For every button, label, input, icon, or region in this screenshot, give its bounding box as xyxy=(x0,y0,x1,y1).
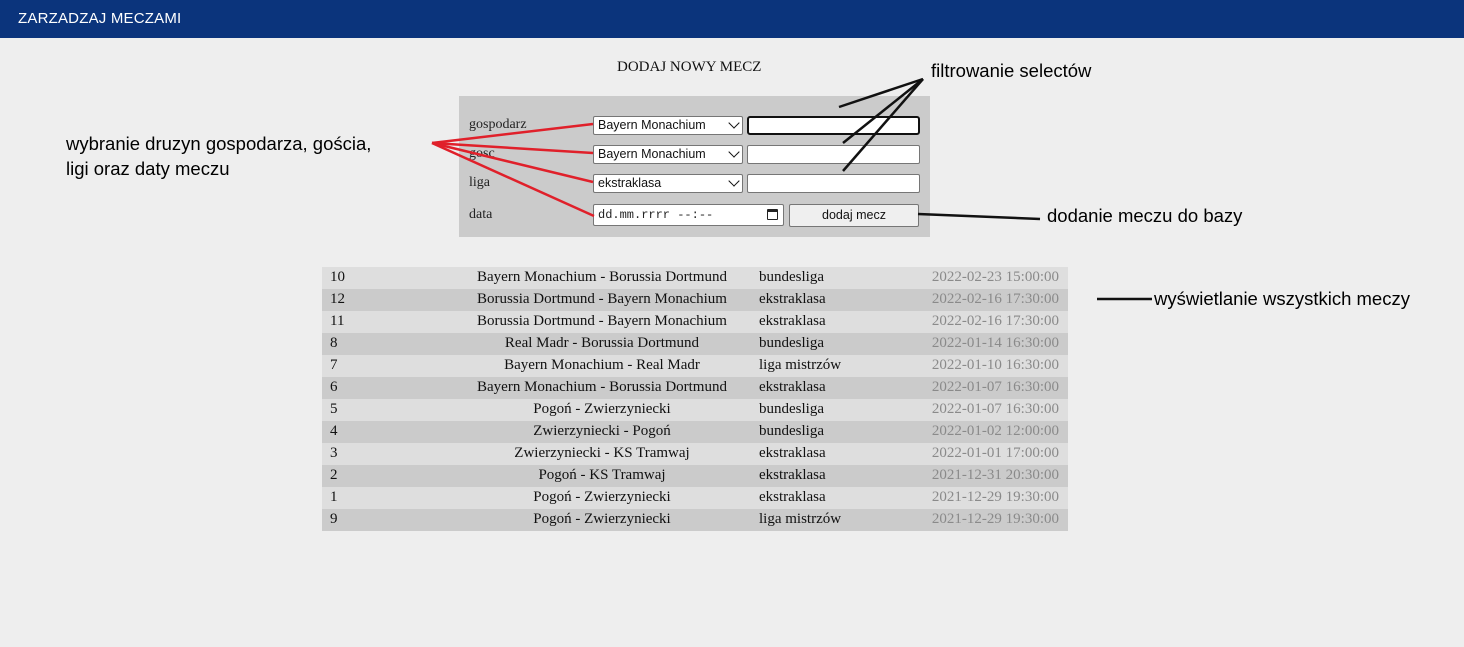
match-date: 2022-01-01 17:00:00 xyxy=(931,445,1059,461)
match-date: 2022-01-14 16:30:00 xyxy=(931,335,1059,351)
match-league: bundesliga xyxy=(759,269,824,285)
chevron-down-icon xyxy=(728,175,740,187)
table-row: 11 Borussia Dortmund - Bayern Monachium ek… xyxy=(322,311,1068,333)
matches-table: 10 Bayern Monachium - Borussia Dortmund bu… xyxy=(322,267,1068,531)
match-id: 9 xyxy=(330,511,338,527)
calendar-icon[interactable] xyxy=(767,209,778,220)
match-league: bundesliga xyxy=(759,423,824,439)
match-date: 2022-02-23 15:00:00 xyxy=(931,269,1059,285)
match-id: 2 xyxy=(330,467,338,483)
match-date: 2022-01-02 12:00:00 xyxy=(931,423,1059,439)
match-date: 2022-01-07 16:30:00 xyxy=(931,379,1059,395)
chevron-down-icon xyxy=(728,146,740,158)
match-league: liga mistrzów xyxy=(759,511,842,527)
annotation-show-all: wyświetlanie wszystkich meczy xyxy=(1154,288,1410,309)
table-row: 8 Real Madr - Borussia Dortmund bundesliga… xyxy=(322,333,1068,355)
table-row: 4 Zwierzyniecki - Pogoń bundesliga 2022-01-… xyxy=(322,421,1068,443)
guest-label: gosc xyxy=(469,146,495,161)
date-placeholder: dd.mm.rrrr --:-- xyxy=(598,208,714,222)
home-filter-input[interactable] xyxy=(747,116,920,135)
add-match-button[interactable]: dodaj mecz xyxy=(789,204,919,227)
match-id: 10 xyxy=(330,269,345,285)
match-teams: Zwierzyniecki - Pogoń xyxy=(533,423,671,439)
match-date: 2022-02-16 17:30:00 xyxy=(931,313,1059,329)
match-id: 8 xyxy=(330,335,338,351)
match-league: ekstraklasa xyxy=(759,379,826,395)
guest-team-select[interactable]: Bayern Monachium xyxy=(593,145,743,164)
league-select[interactable]: ekstraklasa xyxy=(593,174,743,193)
match-id: 5 xyxy=(330,401,338,417)
page-title: ZARZADZAJ MECZAMI xyxy=(18,10,182,27)
form-title: DODAJ NOWY MECZ xyxy=(617,59,762,75)
match-date: 2021-12-31 20:30:00 xyxy=(931,467,1059,483)
match-id: 6 xyxy=(330,379,338,395)
match-league: liga mistrzów xyxy=(759,357,842,373)
match-league: ekstraklasa xyxy=(759,445,826,461)
home-team-value: Bayern Monachium xyxy=(598,118,706,132)
match-teams: Pogoń - KS Tramwaj xyxy=(538,467,666,483)
table-row: 5 Pogoń - Zwierzyniecki bundesliga 2022-01-… xyxy=(322,399,1068,421)
guest-filter-input[interactable] xyxy=(747,145,920,164)
table-row: 2 Pogoń - KS Tramwaj ekstraklasa 2021-12-31… xyxy=(322,465,1068,487)
table-row: 9 Pogoń - Zwierzyniecki liga mistrzów 2021-… xyxy=(322,509,1068,531)
match-date: 2021-12-29 19:30:00 xyxy=(931,511,1059,527)
home-team-select[interactable]: Bayern Monachium xyxy=(593,116,743,135)
annotation-select-teams: wybranie druzyn gospodarza, gościa, xyxy=(66,133,372,154)
match-teams: Bayern Monachium - Real Madr xyxy=(504,357,700,373)
guest-team-value: Bayern Monachium xyxy=(598,147,706,161)
annotation-filtering: filtrowanie selectów xyxy=(931,60,1092,81)
match-league: ekstraklasa xyxy=(759,291,826,307)
match-teams: Real Madr - Borussia Dortmund xyxy=(504,335,700,351)
match-teams: Pogoń - Zwierzyniecki xyxy=(533,489,671,505)
league-value: ekstraklasa xyxy=(598,176,662,190)
annotation-add-to-db: dodanie meczu do bazy xyxy=(1047,205,1243,226)
match-teams: Borussia Dortmund - Bayern Monachium xyxy=(477,313,727,329)
top-bar: ZARZADZAJ MECZAMI xyxy=(0,0,1464,38)
match-teams: Zwierzyniecki - KS Tramwaj xyxy=(514,445,690,461)
match-date: 2022-02-16 17:30:00 xyxy=(931,291,1059,307)
match-id: 1 xyxy=(330,489,338,505)
league-filter-input[interactable] xyxy=(747,174,920,193)
match-league: bundesliga xyxy=(759,401,824,417)
table-row: 10 Bayern Monachium - Borussia Dortmund bu… xyxy=(322,267,1068,289)
match-id: 7 xyxy=(330,357,338,373)
match-league: ekstraklasa xyxy=(759,489,826,505)
match-teams: Pogoń - Zwierzyniecki xyxy=(533,511,671,527)
match-id: 3 xyxy=(330,445,338,461)
table-row: 6 Bayern Monachium - Borussia Dortmund eks… xyxy=(322,377,1068,399)
match-id: 11 xyxy=(330,313,345,329)
table-row: 7 Bayern Monachium - Real Madr liga mistrz… xyxy=(322,355,1068,377)
match-teams: Borussia Dortmund - Bayern Monachium xyxy=(477,291,727,307)
add-match-form: gospodarz Bayern Monachium gosc Bayern M… xyxy=(459,96,930,237)
match-teams: Bayern Monachium - Borussia Dortmund xyxy=(477,269,727,285)
match-date: 2022-01-10 16:30:00 xyxy=(931,357,1059,373)
table-row: 3 Zwierzyniecki - KS Tramwaj ekstraklasa 20… xyxy=(322,443,1068,465)
annotation-select-teams-2: ligi oraz daty meczu xyxy=(66,158,230,179)
table-row: 12 Borussia Dortmund - Bayern Monachium ek… xyxy=(322,289,1068,311)
match-id: 12 xyxy=(330,291,345,307)
league-label: liga xyxy=(469,175,490,190)
date-label: data xyxy=(469,207,493,222)
match-league: ekstraklasa xyxy=(759,313,826,329)
home-label: gospodarz xyxy=(469,117,527,132)
arrow-add-button xyxy=(917,212,1041,221)
table-row: 1 Pogoń - Zwierzyniecki ekstraklasa 2021-12… xyxy=(322,487,1068,509)
match-teams: Bayern Monachium - Borussia Dortmund xyxy=(477,379,727,395)
match-league: ekstraklasa xyxy=(759,467,826,483)
match-date: 2021-12-29 19:30:00 xyxy=(931,489,1059,505)
date-input[interactable]: dd.mm.rrrr --:-- xyxy=(593,204,784,226)
match-date: 2022-01-07 16:30:00 xyxy=(931,401,1059,417)
match-league: bundesliga xyxy=(759,335,824,351)
chevron-down-icon xyxy=(728,117,740,129)
match-id: 4 xyxy=(330,423,338,439)
match-teams: Pogoń - Zwierzyniecki xyxy=(533,401,671,417)
